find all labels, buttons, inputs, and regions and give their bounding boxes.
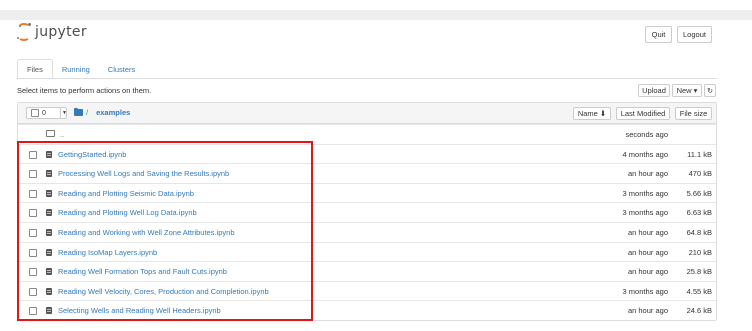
file-size: 210 kB (688, 247, 712, 257)
jupyter-logo-icon (17, 23, 31, 41)
breadcrumb-folder-link[interactable]: examples (96, 108, 130, 117)
sort-by-file-size-button[interactable]: File size (675, 107, 712, 120)
quit-button[interactable]: Quit (645, 26, 672, 43)
new-dropdown-button[interactable]: New ▾ (672, 84, 702, 97)
file-modified: an hour ago (627, 306, 668, 316)
refresh-button[interactable]: ↻ (704, 84, 716, 97)
file-size: 64.8 kB (686, 227, 712, 237)
tab-running[interactable]: Running (53, 59, 99, 79)
select-all-group[interactable]: 0 ▼ (26, 107, 67, 119)
breadcrumb: / examples (74, 108, 130, 117)
file-size: 4.55 kB (686, 286, 712, 296)
file-modified: 4 months ago (622, 149, 668, 159)
logo-text: jupyter (35, 24, 87, 40)
tab-divider (17, 78, 717, 79)
selected-count: 0 (42, 109, 46, 117)
file-modified: seconds ago (625, 130, 668, 139)
breadcrumb-separator: / (86, 108, 89, 117)
folder-icon (46, 130, 55, 137)
tab-clusters[interactable]: Clusters (99, 59, 145, 79)
file-size: 470 kB (688, 169, 712, 179)
file-size: 25.8 kB (686, 267, 712, 277)
highlight-annotation-box (17, 141, 313, 321)
jupyter-logo[interactable]: jupyter (17, 23, 87, 41)
tab-bar: Files Running Clusters (17, 59, 144, 79)
file-size: 5.66 kB (686, 188, 712, 198)
header: jupyter (0, 20, 752, 50)
refresh-icon: ↻ (707, 87, 713, 95)
top-strip (0, 10, 752, 20)
select-dropdown-caret-icon[interactable]: ▼ (60, 108, 68, 118)
select-all-checkbox[interactable] (31, 109, 39, 117)
home-folder-icon[interactable] (74, 108, 83, 116)
file-modified: an hour ago (627, 247, 668, 257)
file-size: 24.6 kB (686, 306, 712, 316)
file-modified: 3 months ago (622, 286, 668, 296)
file-modified: an hour ago (627, 267, 668, 277)
sort-by-name-button[interactable]: Name ⬇ (573, 107, 611, 120)
parent-directory-link[interactable]: .. (60, 130, 64, 139)
file-size: 11.1 kB (687, 149, 712, 159)
file-modified: an hour ago (627, 227, 668, 237)
upload-button[interactable]: Upload (638, 84, 670, 97)
file-list-header: 0 ▼ / examples Name ⬇ Last Modified File… (18, 103, 716, 124)
file-modified: an hour ago (627, 169, 668, 179)
tab-files[interactable]: Files (17, 59, 53, 79)
logout-button[interactable]: Logout (677, 26, 712, 43)
file-modified: 3 months ago (622, 208, 668, 218)
file-size: 6.63 kB (686, 208, 712, 218)
select-hint: Select items to perform actions on them. (17, 86, 152, 95)
sort-by-last-modified-button[interactable]: Last Modified (616, 107, 670, 120)
file-modified: 3 months ago (622, 188, 668, 198)
